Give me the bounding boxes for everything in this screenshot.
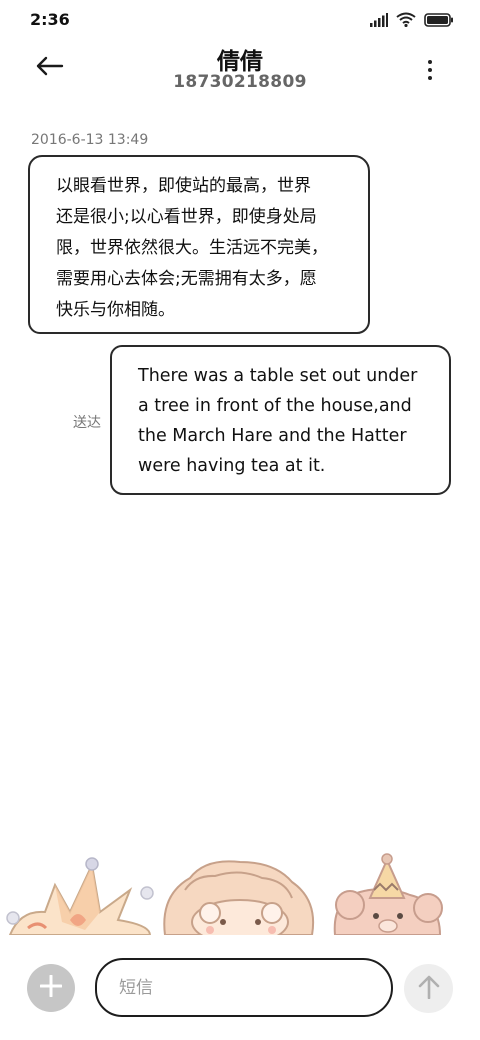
outgoing-message-line: a tree in front of the house,and <box>138 396 412 416</box>
message-timestamp: 2016-6-13 13:49 <box>31 132 149 148</box>
send-button[interactable] <box>404 964 453 1013</box>
outgoing-message-bubble[interactable]: There was a table set out under a tree i… <box>110 345 451 495</box>
battery-icon <box>424 12 454 31</box>
status-bar: 2:36 <box>0 0 480 40</box>
status-time: 2:36 <box>30 10 70 29</box>
more-vertical-icon <box>428 60 432 64</box>
jester-illustration <box>6 857 154 935</box>
incoming-message-line: 限，世界依然很大。生活远不完美， <box>56 238 328 258</box>
theme-decoration <box>0 850 480 935</box>
incoming-message-line: 快乐与你相随。 <box>56 300 175 320</box>
incoming-message-line: 以眼看世界，即使站的最高，世界 <box>56 176 311 196</box>
lion-illustration <box>163 860 314 935</box>
outgoing-message-line: the March Hare and the Hatter <box>138 426 407 446</box>
message-input[interactable] <box>95 958 393 1017</box>
incoming-message-line: 需要用心去体会;无需拥有太多，愿 <box>56 269 317 289</box>
conversation-header: 倩倩 18730218809 <box>0 40 480 100</box>
incoming-message-bubble[interactable]: 以眼看世界，即使站的最高，世界 还是很小;以心看世界，即使身处局 限，世界依然很… <box>28 155 370 334</box>
composer-bar <box>0 935 480 1040</box>
outgoing-message-line: were having tea at it. <box>138 456 326 476</box>
signal-icon <box>370 12 388 31</box>
incoming-message-line: 还是很小;以心看世界，即使身处局 <box>56 207 317 227</box>
status-icons <box>370 12 454 31</box>
arrow-up-icon <box>418 975 440 1003</box>
more-button[interactable] <box>418 54 442 86</box>
add-attachment-button[interactable] <box>27 964 75 1012</box>
plus-icon <box>39 974 63 1001</box>
contact-name: 倩倩 <box>217 49 263 75</box>
bear-illustration <box>333 853 443 935</box>
contact-phone: 18730218809 <box>173 72 307 92</box>
delivery-status: 送达 <box>73 415 101 431</box>
wifi-icon <box>396 12 416 31</box>
outgoing-message-line: There was a table set out under <box>138 366 418 386</box>
